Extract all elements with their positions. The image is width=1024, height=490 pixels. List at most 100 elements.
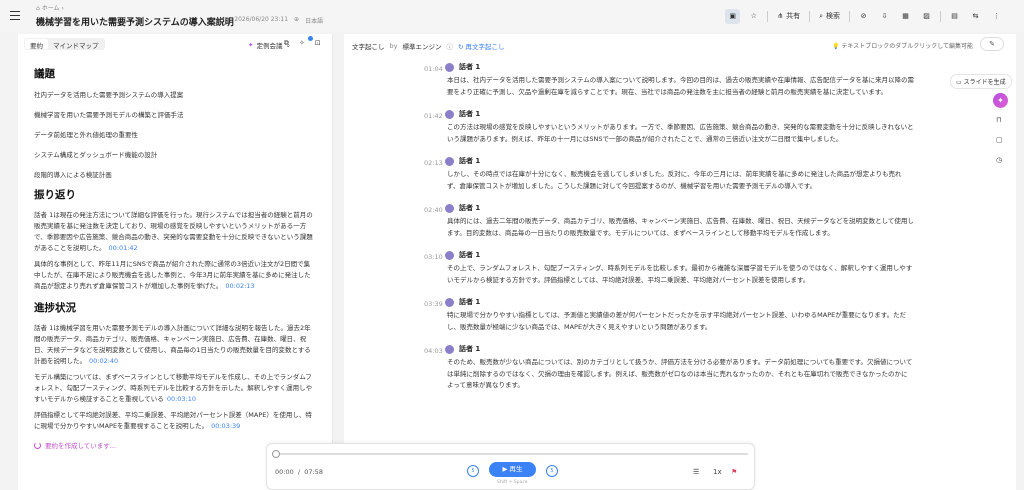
entry-header: 話者 1 <box>445 62 480 72</box>
comment-icon[interactable]: ▢ <box>996 136 1003 144</box>
speaker-name[interactable]: 話者 1 <box>459 62 480 72</box>
notification-dot <box>308 36 313 41</box>
entry-text[interactable]: この方法は現場の感覚を反映しやすいというメリットがあります。一方で、季節要因、広… <box>344 105 914 145</box>
agenda-item: 社内データを活用した需要予測システムの導入提案 <box>34 91 184 99</box>
speaker-name[interactable]: 話者 1 <box>459 297 480 307</box>
summary-paragraph: 話者 1は現在の発注方法について詳細な評価を行った。現行システムでは担当者の経験… <box>34 210 314 254</box>
entry-timestamp[interactable]: 02:13 <box>424 159 443 167</box>
bookmark-flag-icon[interactable]: ⚑ <box>731 468 737 476</box>
entry-timestamp[interactable]: 02:40 <box>424 206 443 214</box>
timestamp-link[interactable]: 00:03:10 <box>167 395 196 403</box>
entry-text[interactable]: しかし、その時点では在庫が十分になく、販売機会を逃してしまいました。反対に、今年… <box>344 152 914 192</box>
progress-knob[interactable] <box>272 450 280 458</box>
history-icon[interactable]: ◷ <box>996 156 1002 164</box>
share-button[interactable]: ⋔ 共有 <box>774 9 803 24</box>
more-icon[interactable]: ⋮ <box>989 9 1004 24</box>
edit-button[interactable]: ✎ <box>980 37 1004 51</box>
calendar-icon[interactable]: ▦ <box>898 9 913 24</box>
transcript-entry[interactable]: 02:40 話者 1 具体的には、過去二年間の販売データ、商品カテゴリ、販売価格、キ… <box>344 199 944 239</box>
entry-header: 話者 1 <box>445 203 480 213</box>
avatar <box>445 250 454 260</box>
agenda-item: 機械学習を用いた需要予測モデルの構築と評価手法 <box>34 111 184 119</box>
play-label: 再生 <box>509 465 523 473</box>
entry-text[interactable]: 特に現場で分かりやすい指標としては、予測値と実績値の差が何パーセントだったかを示… <box>344 293 914 333</box>
skip-forward-icon[interactable]: 5 <box>546 465 558 477</box>
entry-text[interactable]: 本日は、社内データを活用した需要予測システムの導入案について説明します。今回の目… <box>344 58 914 98</box>
menu-icon[interactable] <box>10 11 20 20</box>
transcript-entry[interactable]: 01:42 話者 1 この方法は現場の感覚を反映しやすいというメリットがあります。一… <box>344 105 944 145</box>
transcript-entry[interactable]: 03:10 話者 1 その上で、ランダムフォレスト、勾配ブースティング、時系列モデル… <box>344 246 944 286</box>
summary-panel: 要約 マインドマップ ✦ 定例会議 ⌄ ⧉ ✧ ⊡ 議題 社内データを活用した需… <box>18 34 333 490</box>
section-heading: 進捗状況 <box>34 302 76 314</box>
retranscribe-button[interactable]: ↻ 再文字起こし <box>458 41 505 51</box>
magic-icon[interactable]: ✧ <box>299 39 305 48</box>
expand-icon[interactable]: ⊡ <box>315 39 321 48</box>
avatar <box>445 203 454 213</box>
layout-toggle-icon[interactable]: ▣ <box>725 8 741 24</box>
summary-paragraph: 具体的な事例として、昨年11月にSNSで商品が紹介された際に通常の3倍近い注文が… <box>34 259 314 292</box>
breadcrumb-home[interactable]: ホーム <box>42 5 60 12</box>
transcript-panel: 文字起こし by 標準エンジン ⓘ ↻ 再文字起こし 💡 テキストブロックのダブ… <box>344 34 1016 490</box>
speaker-name[interactable]: 話者 1 <box>459 250 480 260</box>
speed-button[interactable]: 1x <box>713 468 722 476</box>
transcript-entry[interactable]: 03:39 話者 1 特に現場で分かりやすい指標としては、予測値と実績値の差が何パー… <box>344 293 944 333</box>
timestamp-link[interactable]: 00:03:39 <box>211 422 240 430</box>
breadcrumb[interactable]: ⌂ ホーム › <box>36 3 64 12</box>
entry-timestamp[interactable]: 01:04 <box>424 65 443 73</box>
translate-icon[interactable]: ⇆ <box>968 9 983 24</box>
transcript-entry[interactable]: 02:13 話者 1 しかし、その時点では在庫が十分になく、販売機会を逃してしまいま… <box>344 152 944 192</box>
slide-icon: ▭ <box>956 79 962 86</box>
progress-track[interactable] <box>275 453 748 455</box>
doc-meta: ◷ 2026/06/20 23:11 ⊕ 日本語 <box>223 16 323 25</box>
timestamp-link[interactable]: 00:02:40 <box>89 357 118 365</box>
page-title[interactable]: 機械学習を用いた需要予測システムの導入案説明 <box>36 15 234 28</box>
list-icon[interactable]: ☰ <box>693 468 699 476</box>
play-button[interactable]: ▶ 再生 <box>489 462 536 477</box>
entry-header: 話者 1 <box>445 250 480 260</box>
sparkle-icon: ✦ <box>248 41 254 49</box>
search-icon: ⌕ <box>819 11 823 20</box>
avatar <box>445 109 454 119</box>
entry-timestamp[interactable]: 01:42 <box>424 112 443 120</box>
time-separator: / <box>297 468 301 476</box>
speaker-name[interactable]: 話者 1 <box>459 109 480 119</box>
loading-spinner-icon <box>34 441 41 449</box>
image-icon[interactable]: ▨ <box>919 9 934 24</box>
entry-text[interactable]: 具体的には、過去二年間の販売データ、商品カテゴリ、販売価格、キャンペーン実施日、… <box>344 199 914 239</box>
speaker-name[interactable]: 話者 1 <box>459 344 480 354</box>
entry-timestamp[interactable]: 03:39 <box>424 300 443 308</box>
engine-select[interactable]: 標準エンジン <box>402 41 441 51</box>
info-icon[interactable]: ⓘ <box>446 41 453 51</box>
top-bar: ⌂ ホーム › 機械学習を用いた需要予測システムの導入案説明 ◷ 2026/06/… <box>0 0 1024 32</box>
download-icon[interactable]: ⇩ <box>877 9 892 24</box>
generate-slide-button[interactable]: ▭ スライドを生成 <box>950 74 1012 89</box>
transcript-entry[interactable]: 01:04 話者 1 本日は、社内データを活用した需要予測システムの導入案について説… <box>344 58 944 98</box>
entry-timestamp[interactable]: 03:10 <box>424 253 443 261</box>
entry-header: 話者 1 <box>445 156 480 166</box>
copy-icon[interactable]: ⧉ <box>284 39 289 48</box>
entry-text[interactable]: その上で、ランダムフォレスト、勾配ブースティング、時系列モデルを比較します。最初… <box>344 246 914 286</box>
timestamp-link[interactable]: 00:01:42 <box>109 244 138 252</box>
doc-language[interactable]: 日本語 <box>305 16 323 25</box>
transcript-entry[interactable]: 04:03 話者 1 そのため、販売数が少ない商品については、別のカテゴリとして扱う… <box>344 340 944 392</box>
bookmark-icon[interactable]: ⊓ <box>996 116 1001 124</box>
lightbulb-icon: 💡 <box>832 43 840 50</box>
ai-assistant-icon[interactable]: ✦ <box>993 93 1008 108</box>
transcript-list: 01:04 話者 1 本日は、社内データを活用した需要予測システムの導入案について説… <box>344 58 944 399</box>
share-icon: ⋔ <box>777 12 784 20</box>
tab-mindmap[interactable]: マインドマップ <box>48 39 104 50</box>
entry-timestamp[interactable]: 04:03 <box>424 347 443 355</box>
doc-date: 2026/06/20 23:11 <box>234 16 289 23</box>
search-button[interactable]: ⌕ 検索 <box>816 9 843 24</box>
speaker-name[interactable]: 話者 1 <box>459 156 480 166</box>
skip-back-icon[interactable]: 5 <box>467 465 479 477</box>
timestamp-link[interactable]: 00:02:13 <box>225 282 254 290</box>
star-icon[interactable]: ☆ <box>746 9 761 24</box>
entry-header: 話者 1 <box>445 344 480 354</box>
tab-summary[interactable]: 要約 <box>25 39 48 50</box>
section-heading: 議題 <box>34 68 55 80</box>
attachment-icon[interactable]: ⊘ <box>856 9 871 24</box>
save-icon[interactable]: ▤ <box>947 9 962 24</box>
speaker-name[interactable]: 話者 1 <box>459 203 480 213</box>
paragraph-text: 評価指標として平均絶対誤差、平均二乗誤差、平均絶対パーセント誤差（MAPE）を使… <box>34 411 312 430</box>
